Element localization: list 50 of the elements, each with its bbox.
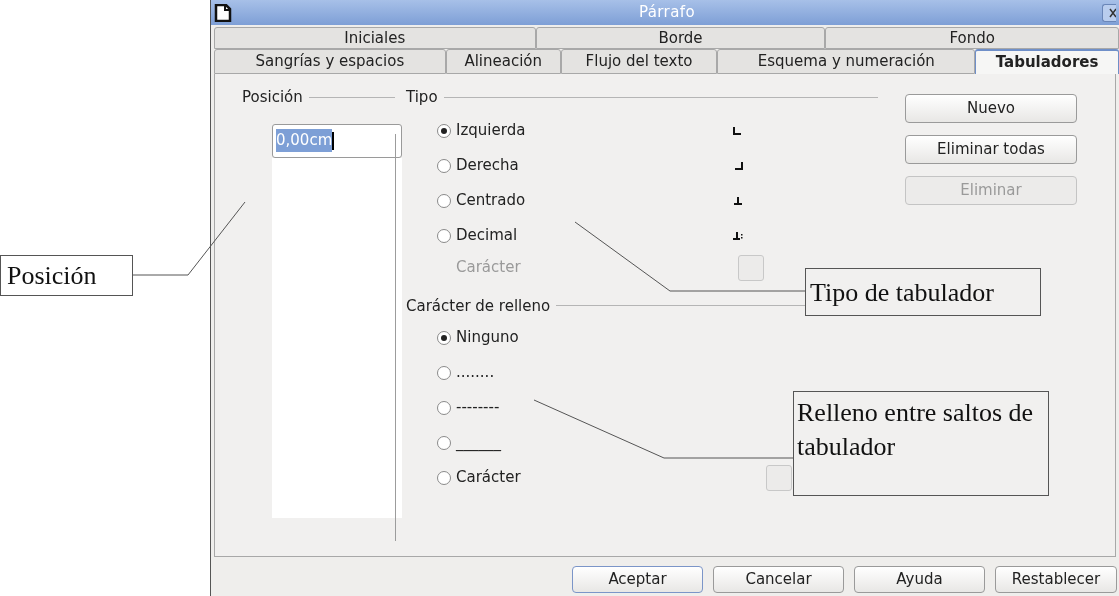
radio-button[interactable]: [437, 400, 451, 415]
radio-label[interactable]: Derecha: [456, 154, 733, 177]
radio-label[interactable]: Ninguno: [456, 326, 519, 349]
group-label: Carácter de relleno: [406, 295, 551, 317]
radio-label[interactable]: --------: [456, 396, 500, 419]
radio-button[interactable]: [437, 123, 451, 138]
tab[interactable]: Tabuladores: [975, 49, 1119, 74]
field-value: 0,00cm: [276, 129, 333, 152]
radio-label[interactable]: ........: [456, 361, 495, 384]
tab[interactable]: Sangrías y espacios: [214, 49, 446, 74]
close-button[interactable]: [1102, 3, 1116, 22]
dialog-button[interactable]: Ayuda: [854, 566, 985, 593]
window-title: Párrafo: [638, 2, 696, 24]
close-icon: [1109, 7, 1116, 18]
radio-button[interactable]: [437, 193, 451, 208]
radio-button[interactable]: [437, 228, 451, 243]
side-button[interactable]: Nuevo: [905, 94, 1077, 123]
tab[interactable]: Esquema y numeración: [717, 49, 976, 74]
radio-button[interactable]: [437, 158, 451, 173]
tab[interactable]: Alineación: [445, 49, 561, 74]
radio-label[interactable]: Izquierda: [456, 119, 733, 142]
radio-label[interactable]: Decimal: [456, 224, 733, 247]
tab[interactable]: Fondo: [825, 27, 1119, 49]
radio-label[interactable]: ______: [456, 431, 501, 454]
document-icon: [214, 3, 232, 22]
tab[interactable]: Borde: [535, 27, 826, 49]
callout-label: Tipo de tabulador: [805, 268, 1041, 316]
radio-label[interactable]: Carácter: [456, 466, 521, 489]
group-label: Posición: [242, 87, 303, 108]
character-field[interactable]: [738, 254, 764, 281]
right-tab-icon: [733, 161, 743, 170]
tab[interactable]: Iniciales: [214, 27, 536, 49]
field-label: Carácter: [456, 257, 522, 279]
dialog-button[interactable]: Cancelar: [713, 566, 844, 593]
decimal-tab-icon: [733, 231, 743, 240]
radio-button[interactable]: [437, 470, 451, 485]
character-field[interactable]: [765, 464, 792, 491]
radio-label[interactable]: Centrado: [456, 189, 733, 212]
dialog-button[interactable]: Restablecer: [995, 566, 1117, 593]
callout-label: Relleno entre saltos de tabulador: [793, 391, 1049, 496]
left-tab-icon: [733, 126, 743, 135]
tab[interactable]: Flujo del texto: [560, 49, 718, 74]
group-label: Tipo: [406, 87, 438, 108]
radio-button[interactable]: [437, 330, 451, 345]
center-tab-icon: [733, 196, 743, 205]
radio-button[interactable]: [437, 365, 451, 380]
callout-label: Posición: [0, 255, 133, 296]
radio-button[interactable]: [437, 435, 451, 450]
side-button[interactable]: Eliminar todas: [905, 135, 1077, 164]
dialog-button[interactable]: Aceptar: [572, 566, 703, 593]
